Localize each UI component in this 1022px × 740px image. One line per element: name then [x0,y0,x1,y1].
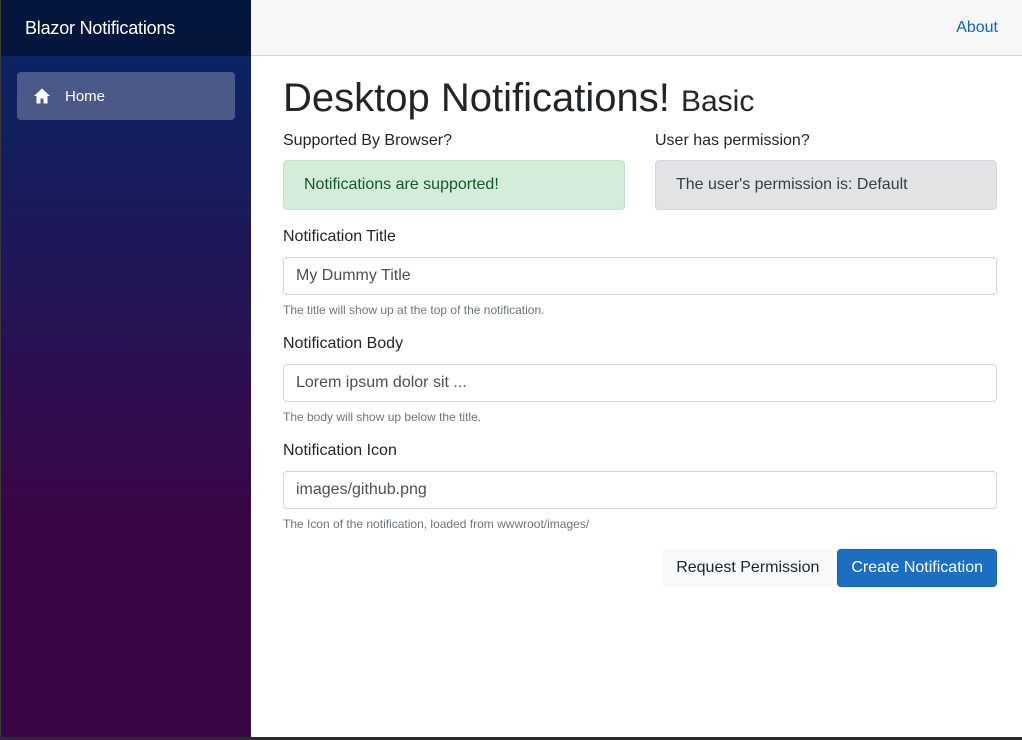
request-permission-button[interactable]: Request Permission [662,549,834,587]
title-label: Notification Title [283,228,396,245]
home-icon [33,87,51,105]
top-row: About [251,0,1022,56]
title-help: The title will show up at the top of the… [283,303,545,317]
action-buttons: Request Permission Create Notification [283,549,997,587]
body-label: Notification Body [283,335,404,352]
permission-alert: The user's permission is: Default [655,160,997,210]
body-help: The body will show up below the title. [283,410,482,424]
page-title: Desktop Notifications! Basic [283,76,997,120]
content: Desktop Notifications! Basic Supported B… [251,56,1022,587]
icon-help: The Icon of the notification, loaded fro… [283,517,590,531]
icon-label: Notification Icon [283,442,397,459]
body-input[interactable] [283,364,997,402]
title-input[interactable] [283,257,997,295]
sidebar-item-label: Home [65,87,106,105]
main-area: About Desktop Notifications! Basic Suppo… [251,0,1022,737]
icon-input[interactable] [283,471,997,509]
sidebar: Blazor Notifications Home [0,0,251,737]
brand-bar: Blazor Notifications [1,0,251,56]
create-notification-button[interactable]: Create Notification [837,549,997,587]
permission-column: User has permission? The user's permissi… [655,132,997,210]
page-subtitle: Basic [680,85,755,118]
nav-menu: Home [1,56,251,120]
title-group: Notification Title The title will show u… [283,228,997,317]
permission-label: User has permission? [655,132,810,149]
body-group: Notification Body The body will show up … [283,335,997,424]
icon-group: Notification Icon The Icon of the notifi… [283,442,997,531]
supported-column: Supported By Browser? Notifications are … [283,132,625,210]
page-title-text: Desktop Notifications! [283,76,670,120]
about-link[interactable]: About [956,19,998,37]
app-window: Blazor Notifications Home About Desktop … [0,0,1022,740]
status-row: Supported By Browser? Notifications are … [283,132,997,210]
supported-label: Supported By Browser? [283,132,452,149]
supported-alert: Notifications are supported! [283,160,625,210]
brand-title[interactable]: Blazor Notifications [25,18,175,39]
sidebar-item-home[interactable]: Home [17,72,235,120]
